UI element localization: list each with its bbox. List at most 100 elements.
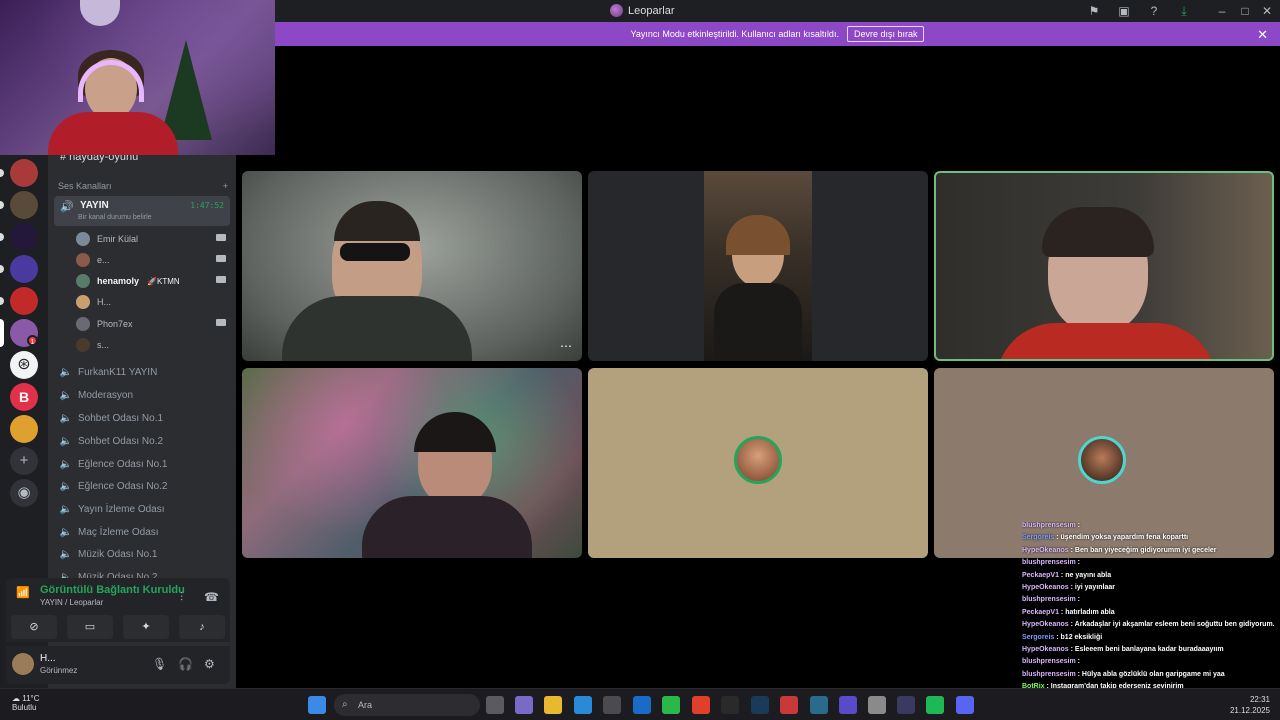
voice-channel[interactable]: 🔈 Yayın İzleme Odası	[58, 500, 228, 518]
server-icon[interactable]	[10, 255, 38, 283]
voice-member[interactable]: henamoly 🚀KTMN	[76, 272, 226, 290]
signal-icon[interactable]: 📶	[16, 586, 30, 599]
voice-member[interactable]: Phon7ex	[76, 315, 226, 333]
system-clock[interactable]: 22:31 21.12.2025	[1230, 694, 1270, 716]
voice-member[interactable]: e...	[76, 251, 226, 269]
maximize-icon[interactable]: □	[1237, 3, 1253, 19]
participant-body	[996, 323, 1216, 359]
edge-icon[interactable]	[574, 696, 592, 714]
microphone-icon[interactable]: 🎙	[152, 657, 167, 671]
flag-icon[interactable]: ⚑	[1086, 3, 1102, 19]
voice-channel[interactable]: 🔈 Eğlence Odası No.2	[58, 477, 228, 495]
member-name: Phon7ex	[97, 319, 133, 329]
selected-indicator	[0, 319, 4, 347]
chat-message: PeckaepV1 : hatırladım abla	[1022, 609, 1280, 621]
video-tile-3-speaking[interactable]	[934, 171, 1274, 361]
help-icon[interactable]: ?	[1146, 3, 1162, 19]
banner-close-icon[interactable]: ✕	[1257, 27, 1268, 43]
epic-games-icon[interactable]	[721, 696, 739, 714]
app-icon[interactable]	[897, 696, 915, 714]
app-icon[interactable]	[780, 696, 798, 714]
server-icon[interactable]	[10, 191, 38, 219]
chrome-icon[interactable]	[692, 696, 710, 714]
download-icon[interactable]: ⤓	[1176, 3, 1192, 19]
file-explorer-icon[interactable]	[544, 696, 562, 714]
chat-username: blushprensesim	[1022, 658, 1076, 666]
disable-streamer-mode-button[interactable]: Devre dışı bırak	[846, 26, 925, 42]
unread-indicator	[0, 265, 4, 273]
speaker-icon: 🔈	[59, 366, 73, 378]
video-tile-4[interactable]	[242, 368, 582, 558]
noise-suppression-icon[interactable]: ⫶	[180, 590, 183, 605]
clock-date: 21.12.2025	[1229, 706, 1270, 715]
connection-location[interactable]: YAYIN / Leoparlar	[40, 598, 103, 607]
app-icon[interactable]	[868, 696, 886, 714]
add-server-icon[interactable]: +	[10, 447, 38, 475]
brand-b-icon[interactable]: B	[10, 383, 38, 411]
speaker-icon: 🔈	[59, 480, 73, 492]
server-icon[interactable]	[10, 287, 38, 315]
steam-icon[interactable]	[751, 696, 769, 714]
voice-channel[interactable]: 🔈 FurkanK11 YAYIN	[58, 363, 228, 381]
openai-icon[interactable]: ⊛	[10, 351, 38, 379]
video-tile-2[interactable]	[588, 171, 928, 361]
screen-share-icon[interactable]: ▭	[67, 615, 113, 639]
minimize-icon[interactable]: –	[1214, 3, 1230, 19]
voice-member[interactable]: Emir Külal	[76, 230, 226, 248]
discord-icon[interactable]	[956, 696, 974, 714]
voice-category[interactable]: Ses Kanalları +	[58, 181, 228, 191]
member-name: H...	[97, 297, 112, 307]
xbox-icon[interactable]	[662, 696, 680, 714]
voice-channel[interactable]: 🔈 Müzik Odası No.1	[58, 545, 228, 563]
chat-message: blushprensesim :	[1022, 522, 1280, 534]
chat-message: HypeOkeanos : Ben ban yiyeceğim gidiyoru…	[1022, 547, 1280, 559]
copilot-icon[interactable]	[515, 696, 533, 714]
avatar[interactable]	[12, 653, 34, 675]
voice-channel[interactable]: 🔈 Sohbet Odası No.1	[58, 409, 228, 427]
server-icon[interactable]	[10, 159, 38, 187]
voice-channel[interactable]: 🔈 Sohbet Odası No.2	[58, 432, 228, 450]
participant-avatar	[1078, 436, 1126, 484]
voice-channel[interactable]: 🔈 Moderasyon	[58, 386, 228, 404]
inbox-icon[interactable]: ▣	[1116, 3, 1132, 19]
voice-channel[interactable]: 🔈 Maç İzleme Odası	[58, 523, 228, 541]
store-icon[interactable]	[603, 696, 621, 714]
server-icon[interactable]	[10, 415, 38, 443]
headphones-icon[interactable]: 🎧	[178, 657, 193, 671]
outlook-icon[interactable]	[633, 696, 651, 714]
server-icon[interactable]	[10, 223, 38, 251]
app-icon[interactable]	[810, 696, 828, 714]
member-name: e...	[97, 255, 110, 265]
activities-icon[interactable]: ✦	[123, 615, 169, 639]
taskbar-search[interactable]: ⌕ Ara	[334, 694, 480, 716]
close-icon[interactable]: ✕	[1259, 3, 1275, 19]
more-options-icon[interactable]: ⋯	[560, 339, 572, 353]
start-icon[interactable]	[308, 696, 326, 714]
channel-status[interactable]: Bir kanal durumu belirle	[78, 214, 152, 221]
settings-gear-icon[interactable]: ⚙	[204, 657, 215, 671]
streamer-webcam	[0, 0, 275, 155]
voice-channel-label: Eğlence Odası No.2	[78, 480, 168, 492]
active-voice-channel[interactable]: 🔊 YAYIN 1:47:52 Bir kanal durumu belirle	[54, 196, 230, 226]
add-channel-icon[interactable]: +	[223, 181, 228, 191]
task-view-icon[interactable]	[486, 696, 504, 714]
voice-channel[interactable]: 🔈 Eğlence Odası No.1	[58, 455, 228, 473]
avatar-tile-5[interactable]	[588, 368, 928, 558]
voice-member[interactable]: H...	[76, 293, 226, 311]
app-icon[interactable]	[839, 696, 857, 714]
explore-icon[interactable]: ◉	[10, 479, 38, 507]
disconnect-icon[interactable]: ☎	[204, 590, 219, 604]
camera-off-icon[interactable]: ⊘	[11, 615, 57, 639]
spotify-icon[interactable]	[926, 696, 944, 714]
chat-username: blushprensesim	[1022, 559, 1076, 567]
weather-widget[interactable]: ☁ 11°C Bulutlu	[12, 694, 40, 712]
voice-member[interactable]: s...	[76, 336, 226, 354]
soundboard-icon[interactable]: ♪	[179, 615, 225, 639]
text-channel-hayday[interactable]: # hayday-oyunu	[60, 155, 138, 163]
chat-username: Sergoreis	[1022, 534, 1055, 542]
weather-condition: Bulutlu	[12, 703, 37, 712]
video-tile-1[interactable]: ⋯	[242, 171, 582, 361]
voice-channel-label: Maç İzleme Odası	[78, 526, 159, 538]
chat-separator: :	[1075, 596, 1080, 604]
avatar	[76, 338, 90, 352]
